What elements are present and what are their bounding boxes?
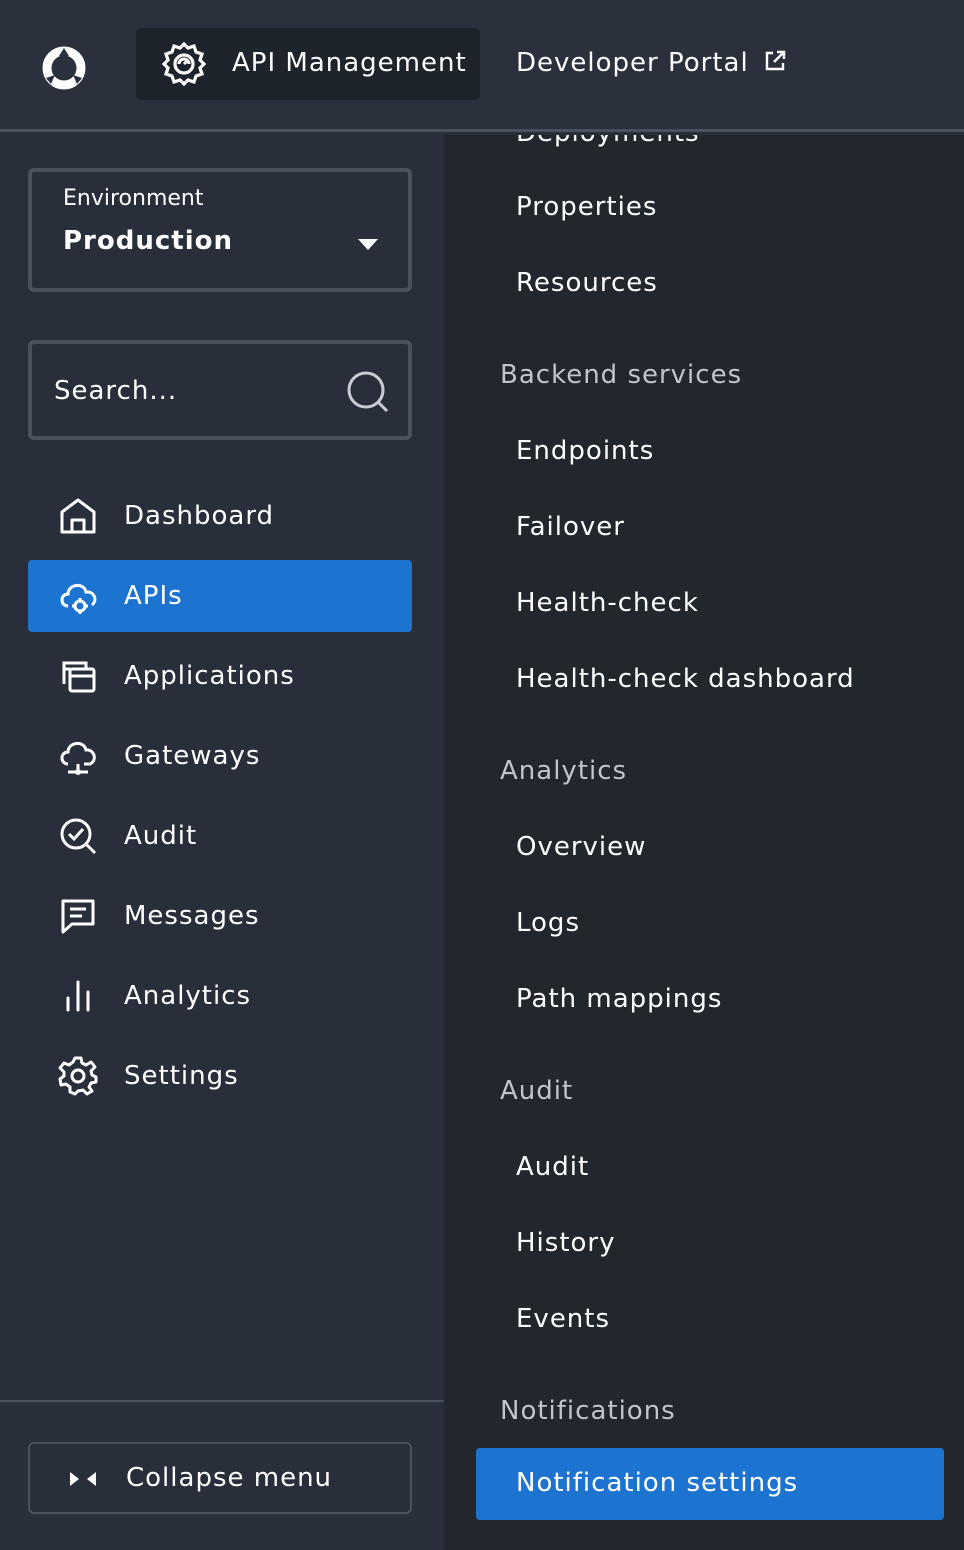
sidebar: Environment Production Dashboard APIs Ap… xyxy=(0,135,444,1550)
nav-label: Applications xyxy=(124,661,295,691)
api-management-button[interactable]: API Management xyxy=(136,28,480,100)
nav-label: Settings xyxy=(124,1061,239,1091)
submenu-item-health-check[interactable]: Health-check xyxy=(516,588,699,618)
main-nav: Dashboard APIs Applications Gateways Aud… xyxy=(28,480,412,1120)
submenu-item-properties[interactable]: Properties xyxy=(516,192,657,222)
submenu-item-notification-settings[interactable]: Notification settings xyxy=(476,1448,944,1520)
environment-label: Environment xyxy=(63,186,204,211)
search-input[interactable] xyxy=(54,366,324,416)
submenu-item-audit[interactable]: Audit xyxy=(516,1152,589,1182)
nav-item-apis[interactable]: APIs xyxy=(28,560,412,632)
nav-item-analytics[interactable]: Analytics xyxy=(28,960,412,1032)
nav-label: Analytics xyxy=(124,981,252,1011)
nav-label: Dashboard xyxy=(124,501,275,531)
submenu-item-events[interactable]: Events xyxy=(516,1304,610,1334)
submenu-heading-analytics: Analytics xyxy=(500,756,628,786)
nav-item-settings[interactable]: Settings xyxy=(28,1040,412,1112)
nav-item-audit[interactable]: Audit xyxy=(28,800,412,872)
collapse-icon xyxy=(68,1470,98,1488)
app-name: API Management xyxy=(232,48,467,78)
nav-label: Audit xyxy=(124,821,198,851)
logo-icon[interactable] xyxy=(38,42,90,94)
analytics-icon xyxy=(58,976,98,1016)
api-submenu: Deployments Properties Resources Backend… xyxy=(444,135,964,1550)
top-bar: API Management Developer Portal xyxy=(0,0,964,132)
gear-icon xyxy=(161,41,207,87)
developer-portal-link[interactable]: Developer Portal xyxy=(516,48,787,78)
message-icon xyxy=(58,896,98,936)
home-icon xyxy=(58,496,98,536)
submenu-item-health-dashboard[interactable]: Health-check dashboard xyxy=(516,664,855,694)
cloud-gateway-icon xyxy=(58,736,98,776)
collapse-menu-label: Collapse menu xyxy=(126,1463,333,1493)
submenu-item-path-mappings[interactable]: Path mappings xyxy=(516,984,722,1014)
external-link-icon xyxy=(763,49,787,73)
nav-item-gateways[interactable]: Gateways xyxy=(28,720,412,792)
nav-label: Gateways xyxy=(124,741,261,771)
search-icon[interactable] xyxy=(346,370,390,414)
nav-label: APIs xyxy=(124,581,183,611)
submenu-item-overview[interactable]: Overview xyxy=(516,832,646,862)
collapse-menu-button[interactable]: Collapse menu xyxy=(28,1442,412,1514)
audit-icon xyxy=(58,816,98,856)
submenu-heading-backend: Backend services xyxy=(500,360,743,390)
submenu-heading-audit: Audit xyxy=(500,1076,574,1106)
chevron-down-icon xyxy=(358,239,378,250)
divider xyxy=(0,1400,444,1402)
submenu-item-deployments[interactable]: Deployments xyxy=(516,135,700,148)
nav-item-messages[interactable]: Messages xyxy=(28,880,412,952)
developer-portal-label: Developer Portal xyxy=(516,48,749,78)
submenu-item-logs[interactable]: Logs xyxy=(516,908,580,938)
cloud-gear-icon xyxy=(58,576,98,616)
submenu-item-failover[interactable]: Failover xyxy=(516,512,625,542)
search-box xyxy=(28,340,412,440)
submenu-heading-notifications: Notifications xyxy=(500,1396,676,1426)
applications-icon xyxy=(58,656,98,696)
environment-value: Production xyxy=(63,226,233,256)
nav-item-applications[interactable]: Applications xyxy=(28,640,412,712)
nav-item-dashboard[interactable]: Dashboard xyxy=(28,480,412,552)
nav-label: Messages xyxy=(124,901,260,931)
submenu-item-endpoints[interactable]: Endpoints xyxy=(516,436,654,466)
submenu-item-label: Notification settings xyxy=(516,1468,799,1498)
environment-select[interactable]: Environment Production xyxy=(28,168,412,292)
submenu-item-resources[interactable]: Resources xyxy=(516,268,658,298)
submenu-item-history[interactable]: History xyxy=(516,1228,616,1258)
gear-icon xyxy=(58,1056,98,1096)
